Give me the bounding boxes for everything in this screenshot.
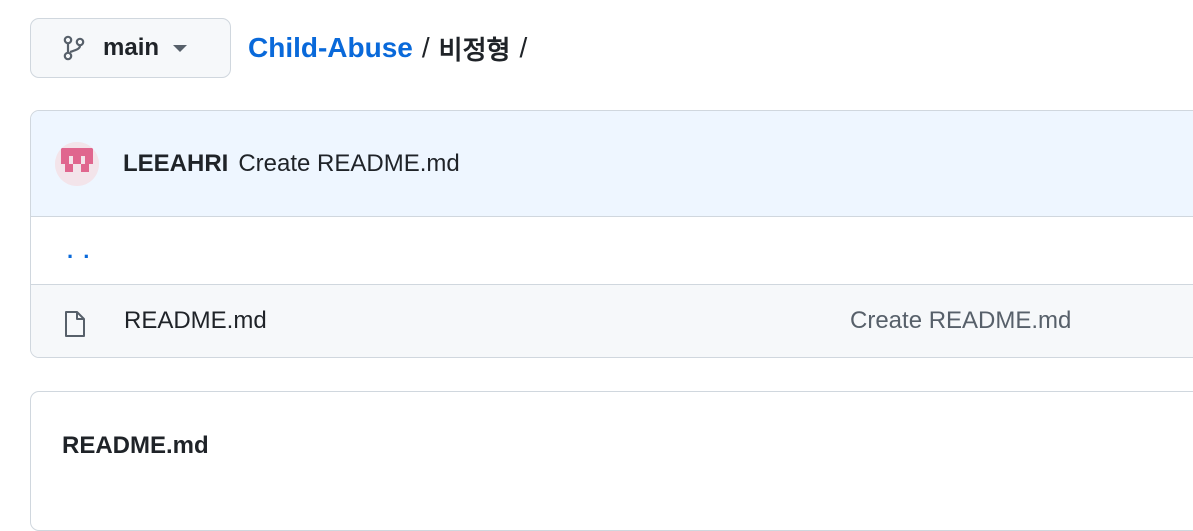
repo-header: main Child-Abuse / 비정형 / bbox=[30, 18, 536, 78]
parent-directory-link[interactable]: . . bbox=[67, 238, 91, 264]
git-branch-icon bbox=[63, 35, 85, 61]
list-item[interactable]: README.md Create README.md bbox=[31, 285, 1193, 357]
commit-author[interactable]: LEEAHRI bbox=[123, 150, 228, 178]
breadcrumb-trailing-separator: / bbox=[519, 32, 528, 63]
latest-commit-bar: LEEAHRI Create README.md bbox=[31, 111, 1193, 217]
breadcrumb-repo-link[interactable]: Child-Abuse bbox=[248, 32, 413, 64]
commit-message[interactable]: Create README.md bbox=[238, 150, 459, 178]
readme-panel: README.md bbox=[30, 391, 1193, 531]
branch-selector-button[interactable]: main bbox=[30, 18, 231, 78]
breadcrumb-separator: / bbox=[421, 32, 430, 63]
readme-title[interactable]: README.md bbox=[62, 432, 209, 460]
file-name-link[interactable]: README.md bbox=[124, 307, 267, 335]
branch-name: main bbox=[103, 34, 160, 61]
avatar[interactable] bbox=[55, 141, 99, 186]
file-icon bbox=[64, 310, 86, 343]
breadcrumb: Child-Abuse / 비정형 / bbox=[248, 30, 536, 67]
file-list: LEEAHRI Create README.md . . README.md C… bbox=[30, 110, 1193, 358]
file-commit-message[interactable]: Create README.md bbox=[850, 307, 1071, 335]
parent-directory-row[interactable]: . . bbox=[31, 217, 1193, 285]
breadcrumb-current-folder: 비정형 bbox=[438, 35, 511, 66]
chevron-down-icon bbox=[173, 44, 188, 52]
